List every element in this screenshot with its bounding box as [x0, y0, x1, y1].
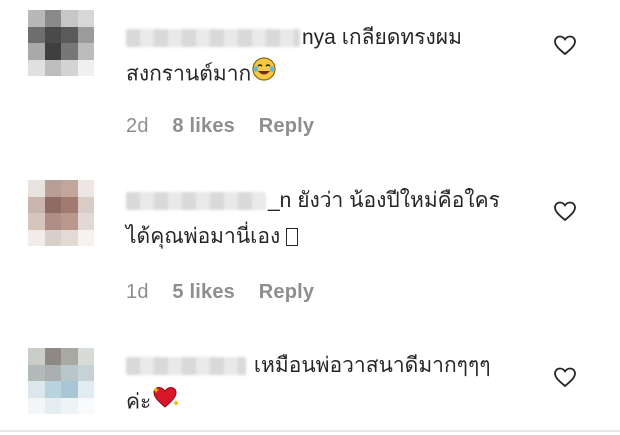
comment-text: nya เกลียดทรงผม สงกรานต์มาก: [126, 20, 526, 94]
avatar-pixel: [28, 213, 45, 230]
comment-meta: 2d 8 likes Reply: [126, 115, 332, 138]
comment-time: 2d: [126, 115, 149, 137]
likes-count[interactable]: 5 likes: [172, 281, 235, 303]
avatar-pixel: [77, 364, 94, 381]
likes-count[interactable]: 8 likes: [172, 115, 235, 137]
comment-meta: 1d 5 likes Reply: [126, 281, 332, 304]
avatar-pixel: [44, 196, 61, 213]
avatar-pixel: [77, 10, 94, 27]
comment-body-line1: เหมือนพ่อวาสนาดีมากๆๆๆ: [253, 354, 491, 377]
reply-button[interactable]: Reply: [259, 281, 314, 303]
unrendered-glyph-box: [286, 228, 299, 247]
sparkling-heart-icon: [151, 384, 181, 422]
avatar-pixel: [61, 364, 78, 381]
avatar-pixel: [28, 397, 45, 414]
heart-like-icon[interactable]: [553, 200, 577, 222]
avatar-pixel: [77, 381, 94, 398]
avatar-pixel: [77, 43, 94, 60]
avatar-pixel: [28, 196, 45, 213]
avatar-pixel: [77, 26, 94, 43]
avatar-pixel: [61, 381, 78, 398]
avatar-pixel: [77, 213, 94, 230]
avatar-pixel: [77, 229, 94, 246]
avatar-pixel: [77, 397, 94, 414]
avatar-pixel: [61, 59, 78, 76]
avatar-pixel: [77, 348, 94, 365]
avatar-pixel: [77, 180, 94, 197]
avatar-pixel: [61, 397, 78, 414]
avatar-pixel: [44, 26, 61, 43]
avatar-pixel: [61, 26, 78, 43]
avatar-pixel: [44, 364, 61, 381]
avatar-pixel: [28, 10, 45, 27]
avatar-pixel: [44, 381, 61, 398]
avatar-pixel: [61, 10, 78, 27]
avatar-pixel: [44, 397, 61, 414]
avatar-pixel: [77, 196, 94, 213]
avatar-pixel: [28, 229, 45, 246]
username-visible[interactable]: _n: [268, 189, 291, 212]
comment-text: _n ยังว่า น้องปีใหม่คือใคร ได้คุณพ่อมานี…: [126, 183, 526, 255]
avatar-pixel: [61, 213, 78, 230]
comment-time: 1d: [126, 281, 149, 303]
avatar-pixel: [28, 348, 45, 365]
avatar-pixel: [44, 43, 61, 60]
username-blurred[interactable]: [126, 357, 246, 376]
comment-body-line1: ยังว่า น้องปีใหม่คือใคร: [297, 189, 500, 212]
avatar-pixel: [44, 213, 61, 230]
comment-body-line2: ได้คุณพ่อมานี่เอง: [126, 225, 281, 248]
avatar-pixel: [28, 26, 45, 43]
avatar-pixel: [61, 348, 78, 365]
reply-button[interactable]: Reply: [259, 115, 314, 137]
avatar-pixel: [77, 59, 94, 76]
avatar-pixel: [28, 364, 45, 381]
avatar-pixel: [44, 229, 61, 246]
divider: [0, 430, 620, 432]
heart-like-icon[interactable]: [553, 366, 577, 388]
comment-body-line2: สงกรานต์มาก: [126, 62, 252, 86]
heart-like-icon[interactable]: [553, 34, 577, 56]
comment-text: เหมือนพ่อวาสนาดีมากๆๆๆ ค่ะ: [126, 348, 526, 422]
username-blurred[interactable]: [126, 29, 300, 48]
avatar-pixel: [28, 381, 45, 398]
avatar-pixel: [61, 196, 78, 213]
avatar[interactable]: [28, 10, 94, 76]
avatar-pixel: [44, 348, 61, 365]
avatar[interactable]: [28, 348, 94, 414]
comment-body-line1: เกลียดทรงผม: [341, 26, 462, 49]
comment-body-line2: ค่ะ: [126, 390, 152, 414]
avatar-pixel: [44, 180, 61, 197]
avatar-pixel: [61, 43, 78, 60]
avatar-pixel: [28, 180, 45, 197]
avatar-pixel: [61, 229, 78, 246]
avatar-pixel: [28, 43, 45, 60]
username-blurred[interactable]: [126, 192, 266, 211]
username-visible[interactable]: nya: [302, 26, 336, 49]
avatar-pixel: [44, 10, 61, 27]
avatar-pixel: [28, 59, 45, 76]
avatar-pixel: [61, 180, 78, 197]
avatar[interactable]: [28, 180, 94, 246]
avatar-pixel: [44, 59, 61, 76]
face-with-tears-of-joy-icon: [251, 56, 277, 94]
